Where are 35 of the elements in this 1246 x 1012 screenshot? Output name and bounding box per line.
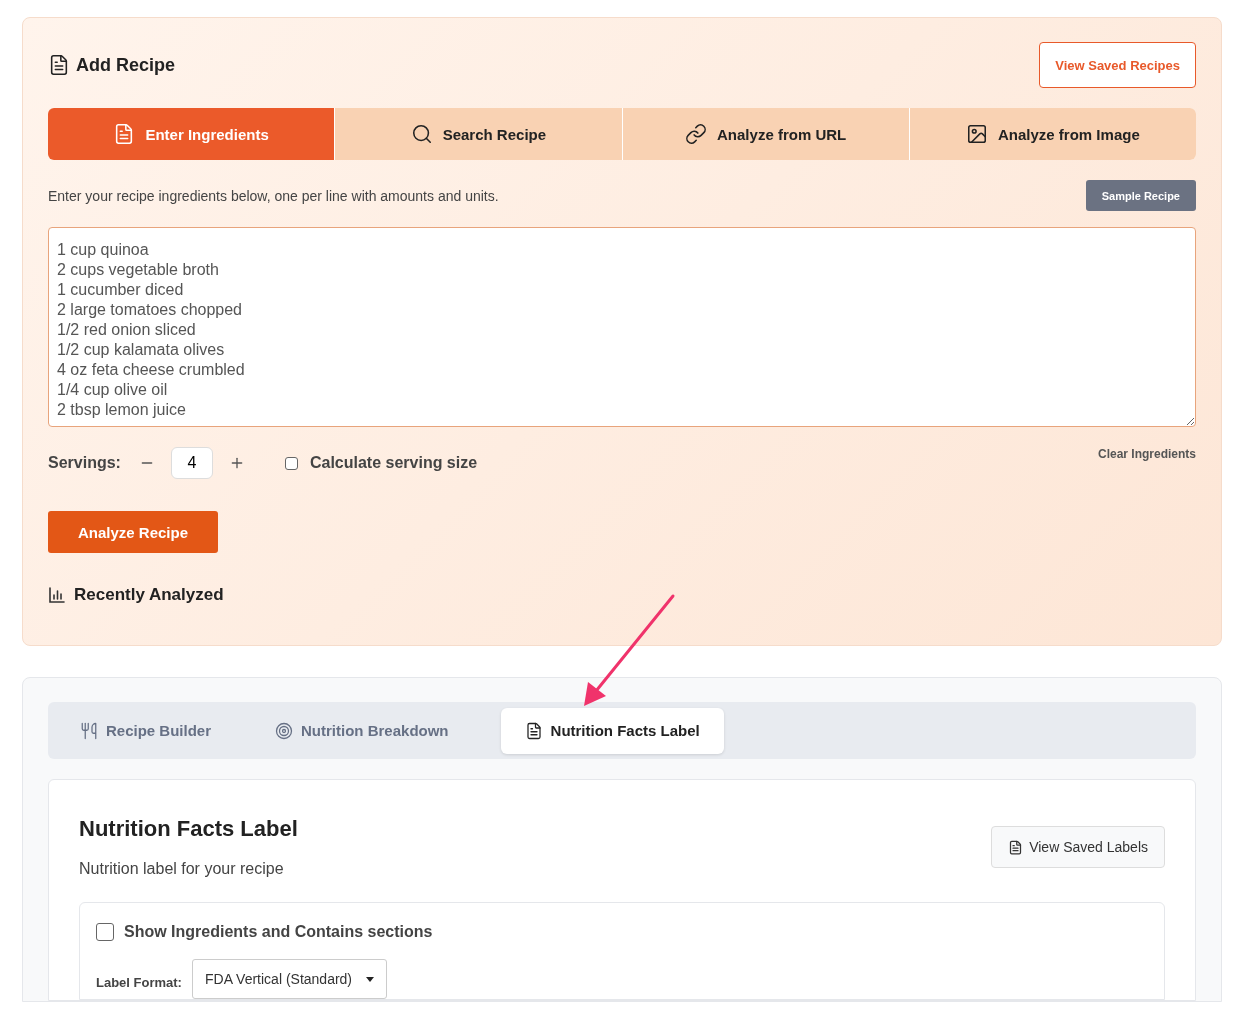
servings-label: Servings:	[48, 454, 121, 472]
view-tab[interactable]: Nutrition Breakdown	[263, 707, 473, 754]
image-icon	[966, 123, 988, 145]
view-tab[interactable]: Recipe Builder	[68, 707, 236, 754]
panel-title: Nutrition Facts Label	[79, 816, 298, 842]
search-icon	[410, 123, 433, 145]
input-tab[interactable]: Analyze from URL	[622, 108, 909, 160]
utensils-icon	[80, 721, 98, 740]
view-saved-labels-button[interactable]: View Saved Labels	[991, 826, 1165, 868]
ingredients-field[interactable]: 1 cup quinoa 2 cups vegetable broth 1 cucumber diced 2 large tomatoes chopped 1/2 red onion sliced 1/2 cup kalamata olives 4 oz feta cheese crumbled 1/4 cup olive oil 2 tbsp lemon juice	[48, 227, 1196, 427]
checkbox-label: Show Ingredients and Contains sections	[124, 923, 433, 941]
panel-subtitle: Nutrition label for your recipe	[79, 860, 285, 878]
bar-chart-icon	[48, 586, 66, 604]
document-icon	[48, 54, 70, 76]
input-tab[interactable]: Search Recipe	[335, 108, 622, 160]
section-title: Add Recipe	[76, 54, 176, 76]
view-saved-recipes-button[interactable]: View Saved Recipes	[1039, 42, 1196, 88]
checkbox-label: Calculate serving size	[309, 454, 478, 472]
instructions-text: Enter your recipe ingredients below, one per line with amounts and units.	[48, 187, 499, 204]
checkbox[interactable]	[284, 456, 298, 470]
view-tab[interactable]: Nutrition Facts Label	[500, 707, 724, 754]
analyze-recipe-button[interactable]: Analyze Recipe	[48, 511, 219, 553]
recently-analyzed-heading: Recently Analyzed	[74, 585, 224, 605]
link-icon	[685, 123, 708, 145]
label-format-dropdown[interactable]: FDA Vertical (Standard)	[191, 959, 388, 999]
document-icon	[524, 721, 543, 740]
document-icon	[1008, 839, 1024, 855]
input-tab[interactable]: Analyze from Image	[909, 108, 1196, 160]
clear-ingredients-link[interactable]: Clear Ingredients	[1097, 447, 1196, 461]
caret-icon	[366, 976, 375, 982]
sample-recipe-button[interactable]: Sample Recipe	[1085, 180, 1196, 211]
target-icon	[275, 721, 294, 740]
servings-field[interactable]: 4	[170, 447, 213, 479]
checkbox[interactable]	[96, 923, 114, 941]
label-format-label: Label Format:	[96, 974, 182, 990]
